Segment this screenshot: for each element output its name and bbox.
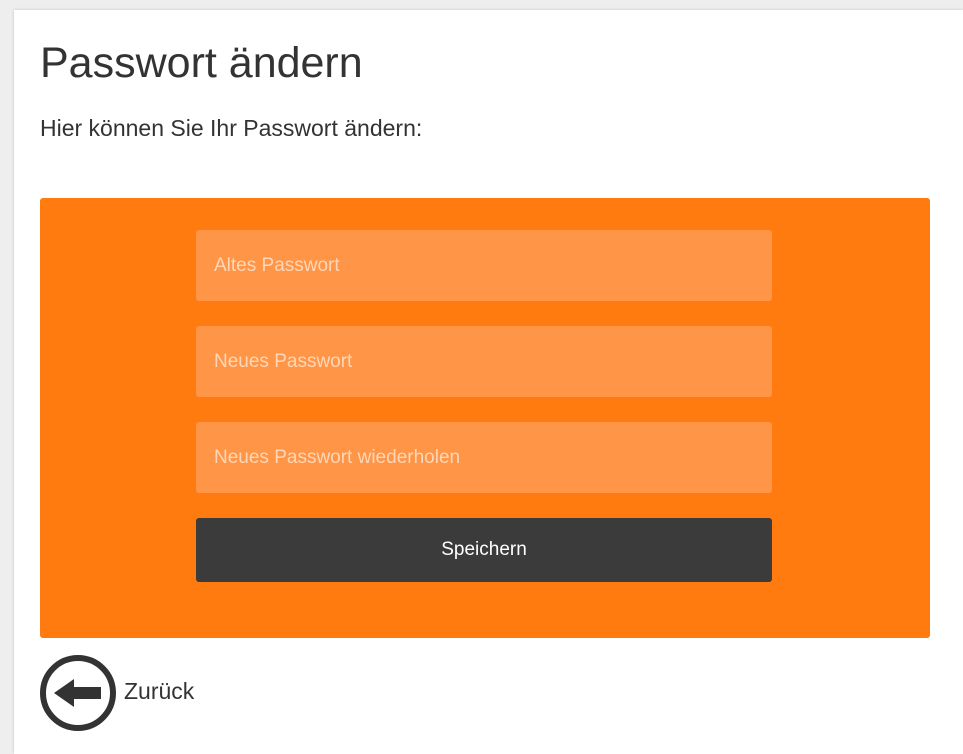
page-card: Passwort ändern Hier können Sie Ihr Pass… bbox=[14, 10, 963, 754]
new-password-input[interactable] bbox=[196, 326, 772, 397]
page-subtitle: Hier können Sie Ihr Passwort ändern: bbox=[40, 115, 423, 141]
back-link[interactable]: Zurück bbox=[38, 653, 194, 733]
back-label: Zurück bbox=[124, 677, 195, 704]
save-button[interactable]: Speichern bbox=[196, 518, 772, 582]
old-password-input[interactable] bbox=[196, 230, 772, 301]
page-title: Passwort ändern bbox=[40, 39, 363, 87]
repeat-password-input[interactable] bbox=[196, 422, 772, 493]
change-password-form: Speichern bbox=[40, 198, 930, 638]
arrow-left-circle-icon bbox=[40, 655, 116, 731]
